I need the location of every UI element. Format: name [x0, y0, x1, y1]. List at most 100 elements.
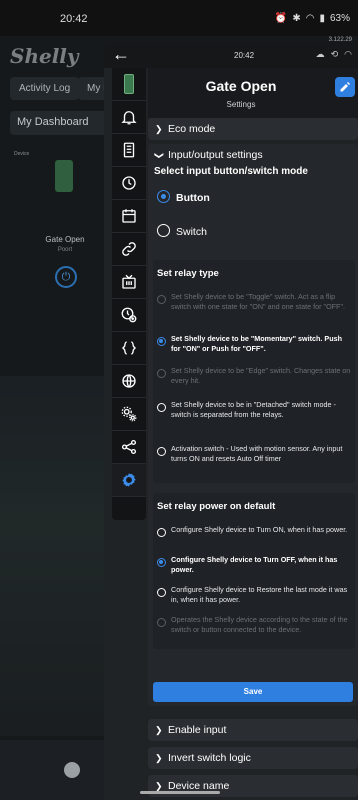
- device-status-bar: 20:42 ⏰ ✱ ◠ ▮ 63% 3.122.29: [0, 0, 358, 43]
- section-invert-switch-label: Invert switch logic: [168, 752, 251, 764]
- globe-icon: [122, 374, 136, 388]
- radio-relay-detached[interactable]: [157, 403, 166, 412]
- share-nodes-icon: [121, 439, 137, 455]
- radio-power-off[interactable]: [157, 558, 166, 567]
- chevron-down-icon[interactable]: ❯: [153, 152, 164, 160]
- power-off-text[interactable]: Configure Shelly device to Turn OFF, whe…: [171, 555, 353, 575]
- panel-time: 20:42: [234, 51, 255, 60]
- save-button[interactable]: Save: [153, 682, 353, 702]
- device-info-icon: [123, 142, 135, 158]
- device-thumbnail-icon: [124, 74, 134, 94]
- tab-activity-log[interactable]: Activity Log: [10, 77, 80, 100]
- power-button-icon[interactable]: ⏻: [55, 266, 77, 288]
- section-invert-switch[interactable]: ❯ Invert switch logic: [148, 747, 358, 769]
- device-image: [55, 160, 73, 192]
- page-subtitle: Settings: [226, 100, 256, 109]
- settings-panel: ← 20:42 ☁ ⟲ ◠ Gate Open Settings ❯ Eco m…: [104, 42, 358, 800]
- option-switch-label[interactable]: Switch: [176, 226, 207, 238]
- status-icons: ⏰ ✱ ◠ ▮ 63%: [275, 13, 350, 24]
- rail-device-thumbnail[interactable]: [112, 68, 146, 101]
- settings-content: Gate Open Settings ❯ Eco mode ❯ Input/ou…: [148, 68, 358, 800]
- wifi-icon: ◠: [344, 49, 352, 59]
- section-io-settings-label[interactable]: Input/output settings: [168, 149, 263, 161]
- radio-relay-toggle[interactable]: [157, 295, 166, 304]
- gauge-icon[interactable]: [64, 762, 80, 778]
- radio-power-restore[interactable]: [157, 588, 166, 597]
- radio-power-on[interactable]: [157, 528, 166, 537]
- wifi-icon: ◠: [305, 13, 315, 24]
- alarm-icon: ⏰: [274, 13, 288, 24]
- gear-icon: [122, 473, 136, 487]
- relay-type-card: Set relay type Set Shelly device to be "…: [153, 260, 355, 483]
- rail-timers[interactable]: [112, 167, 146, 200]
- rail-actions[interactable]: [112, 233, 146, 266]
- bluetooth-icon: ✱: [292, 13, 301, 24]
- power-restore-text[interactable]: Configure Shelly device to Restore the l…: [171, 585, 353, 605]
- relay-type-title: Set relay type: [157, 268, 219, 279]
- power-default-title: Set relay power on default: [157, 501, 276, 512]
- power-switch-text[interactable]: Operates the Shelly device according to …: [171, 615, 353, 635]
- bottom-nav: [0, 740, 110, 800]
- chevron-right-icon: ❯: [155, 725, 163, 735]
- rail-advanced[interactable]: [112, 398, 146, 431]
- gears-icon: [121, 406, 137, 422]
- panel-status-icons: ☁ ⟲ ◠: [316, 49, 352, 60]
- shelly-logo: Shelly: [10, 44, 79, 68]
- edit-button[interactable]: [335, 77, 355, 97]
- link-icon: [122, 242, 136, 256]
- radio-button-mode[interactable]: [157, 190, 170, 203]
- section-eco-mode[interactable]: ❯ Eco mode: [148, 118, 358, 140]
- bell-icon: [121, 111, 137, 125]
- page-title: Gate Open: [205, 78, 277, 94]
- radio-relay-edge[interactable]: [157, 369, 166, 378]
- settings-header: Gate Open Settings: [148, 68, 358, 118]
- status-time: 20:42: [60, 13, 88, 25]
- rail-add-timer[interactable]: [112, 299, 146, 332]
- rail-device-info[interactable]: [112, 134, 146, 167]
- pencil-icon: [340, 82, 350, 92]
- rail-notifications[interactable]: [112, 101, 146, 134]
- section-eco-mode-label: Eco mode: [168, 123, 216, 135]
- rail-sharing[interactable]: [112, 431, 146, 464]
- power-default-card: Set relay power on default Configure She…: [153, 493, 355, 649]
- calendar-icon: [122, 209, 136, 223]
- section-enable-input[interactable]: ❯ Enable input: [148, 719, 358, 741]
- cloud-icon: ☁: [315, 49, 325, 59]
- radio-relay-activation[interactable]: [157, 447, 166, 456]
- device-card[interactable]: Device Gate Open Poort ⏻: [10, 146, 110, 296]
- panel-top-bar: ← 20:42 ☁ ⟲ ◠: [104, 42, 358, 68]
- code-braces-icon: [122, 341, 136, 355]
- background-image: [0, 376, 110, 736]
- rail-settings[interactable]: [112, 464, 146, 497]
- device-section-label: Device: [14, 151, 30, 157]
- radio-switch-mode[interactable]: [157, 224, 170, 237]
- dashboard-selector[interactable]: My Dashboard: [10, 111, 110, 135]
- rail-internet[interactable]: [112, 365, 146, 398]
- option-button-label[interactable]: Button: [176, 192, 210, 204]
- rail-schedules[interactable]: [112, 200, 146, 233]
- signal-icon: ▮: [319, 13, 325, 24]
- share-icon: ⟲: [330, 49, 339, 59]
- app-version: 3.122.29: [328, 37, 352, 43]
- section-enable-input-label: Enable input: [168, 724, 227, 736]
- relay-detached-text[interactable]: Set Shelly device to be in "Detached" sw…: [171, 400, 353, 420]
- clock-icon: [122, 176, 136, 190]
- input-mode-title: Select input button/switch mode: [154, 166, 308, 177]
- relay-activation-text[interactable]: Activation switch - Used with motion sen…: [171, 444, 353, 464]
- rail-scripts[interactable]: [112, 332, 146, 365]
- battery-level: 63%: [329, 13, 350, 24]
- chevron-right-icon: ❯: [155, 124, 163, 134]
- relay-toggle-text[interactable]: Set Shelly device to be "Toggle" switch.…: [171, 292, 353, 312]
- back-arrow-icon[interactable]: ←: [112, 45, 130, 63]
- relay-momentary-text[interactable]: Set Shelly device to be "Momentary" swit…: [171, 334, 353, 354]
- radio-relay-momentary[interactable]: [157, 337, 166, 346]
- home-indicator[interactable]: [140, 791, 220, 794]
- add-clock-icon: [121, 307, 137, 323]
- chevron-right-icon: ❯: [155, 753, 163, 763]
- radio-power-switch[interactable]: [157, 618, 166, 627]
- power-on-text[interactable]: Configure Shelly device to Turn ON, when…: [171, 525, 353, 535]
- rail-scenes[interactable]: [112, 266, 146, 299]
- settings-icon-rail: [112, 68, 146, 520]
- tv-icon: [122, 274, 136, 289]
- relay-edge-text[interactable]: Set Shelly device to be "Edge" switch. C…: [171, 366, 353, 386]
